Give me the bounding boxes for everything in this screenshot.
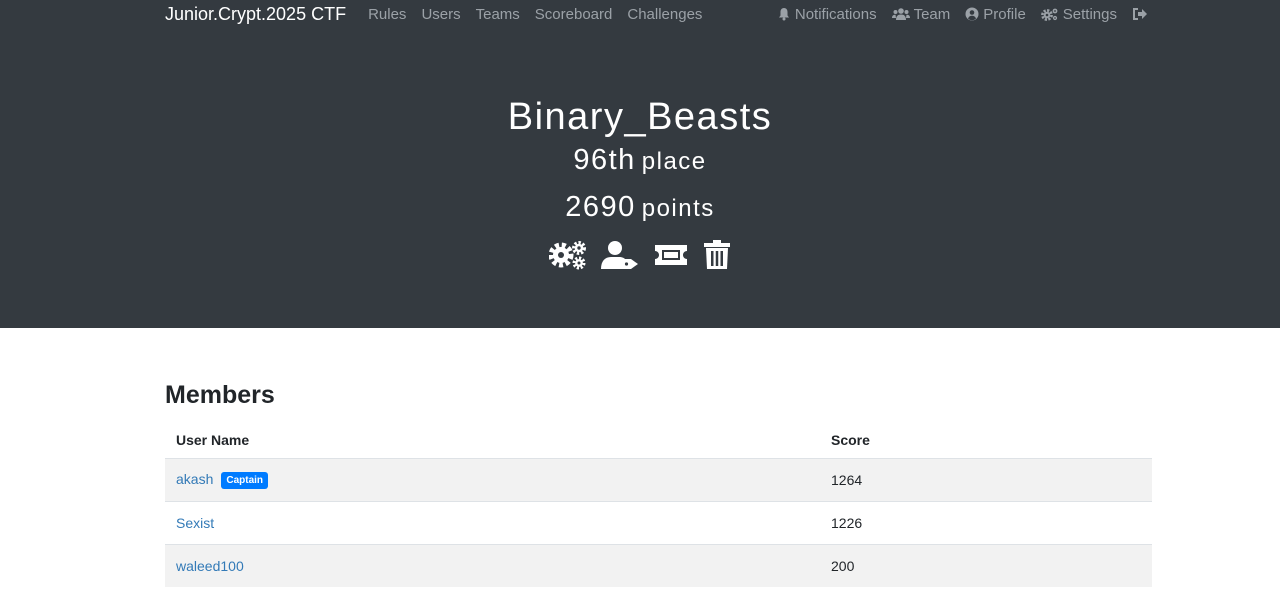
- nav-left: Rules Users Teams Scoreboard Challenges: [368, 6, 717, 23]
- users-icon: [891, 8, 910, 20]
- nav-users[interactable]: Users: [421, 6, 460, 23]
- user-tag-icon: [601, 241, 638, 269]
- nav-profile[interactable]: Profile: [965, 6, 1026, 23]
- nav-logout[interactable]: [1132, 7, 1152, 21]
- nav-notifications-label: Notifications: [794, 5, 877, 23]
- team-settings-button[interactable]: [549, 240, 587, 270]
- nav-right: Notifications Team Profile Settings: [762, 6, 1152, 23]
- place-value: 96th: [573, 144, 636, 176]
- nav-challenges[interactable]: Challenges: [627, 6, 702, 23]
- column-score[interactable]: Score: [820, 422, 1152, 459]
- team-place: 96th place: [0, 140, 1280, 185]
- table-row: waleed100 200: [165, 543, 1152, 587]
- column-user-name[interactable]: User Name: [165, 422, 820, 459]
- team-disband-button[interactable]: [703, 240, 731, 270]
- navbar: Junior.Crypt.2025 CTF Rules Users Teams …: [165, 0, 1152, 28]
- member-link[interactable]: akash: [176, 471, 213, 487]
- points-word: points: [641, 195, 715, 222]
- team-captain-button[interactable]: [601, 240, 639, 270]
- nav-profile-label: Profile: [983, 5, 1026, 23]
- cogs-icon: [549, 241, 586, 270]
- table-header-row: User Name Score: [165, 422, 1152, 459]
- cogs-icon: [1040, 8, 1058, 21]
- user-circle-icon: [965, 7, 979, 21]
- nav-settings-label: Settings: [1062, 5, 1117, 23]
- member-score: 1264: [820, 457, 1152, 501]
- member-name-cell: akash Captain: [165, 457, 820, 501]
- nav-scoreboard[interactable]: Scoreboard: [535, 6, 613, 23]
- bell-icon: [778, 8, 789, 21]
- member-name-cell: Sexist: [165, 500, 820, 544]
- members-title: Members: [165, 381, 275, 409]
- table-row: akash Captain 1264: [165, 457, 1152, 501]
- team-name: Binary_Beasts: [507, 96, 773, 138]
- members-table: User Name Score akash Captain 1264 Sexist…: [165, 422, 1152, 587]
- captain-badge: Captain: [221, 471, 269, 489]
- nav-notifications[interactable]: Notifications: [777, 6, 877, 23]
- sign-out-icon: [1133, 8, 1147, 20]
- brand-link[interactable]: Junior.Crypt.2025 CTF: [165, 4, 346, 25]
- place-word: place: [641, 148, 707, 175]
- trash-icon: [704, 240, 730, 269]
- nav-rules[interactable]: Rules: [368, 6, 406, 23]
- member-link[interactable]: Sexist: [176, 515, 214, 531]
- points-value: 2690: [565, 191, 636, 223]
- member-score: 200: [820, 543, 1152, 587]
- nav-teams[interactable]: Teams: [476, 6, 520, 23]
- team-points: 2690 points: [0, 187, 1280, 232]
- nav-team[interactable]: Team: [891, 5, 951, 23]
- team-invite-button[interactable]: [653, 240, 689, 270]
- team-header: Junior.Crypt.2025 CTF Rules Users Teams …: [0, 0, 1280, 328]
- member-score: 1226: [820, 500, 1152, 544]
- table-row: Sexist 1226: [165, 500, 1152, 544]
- member-name-cell: waleed100: [165, 543, 820, 587]
- team-actions: [0, 240, 1280, 270]
- ticket-icon: [655, 245, 687, 265]
- team-info: Binary_Beasts 96th place 2690 points: [0, 96, 1280, 270]
- member-link[interactable]: waleed100: [176, 558, 244, 574]
- members-section: Members User Name Score akash Captain 126…: [165, 328, 1152, 587]
- nav-settings[interactable]: Settings: [1040, 5, 1117, 23]
- nav-team-label: Team: [913, 5, 951, 23]
